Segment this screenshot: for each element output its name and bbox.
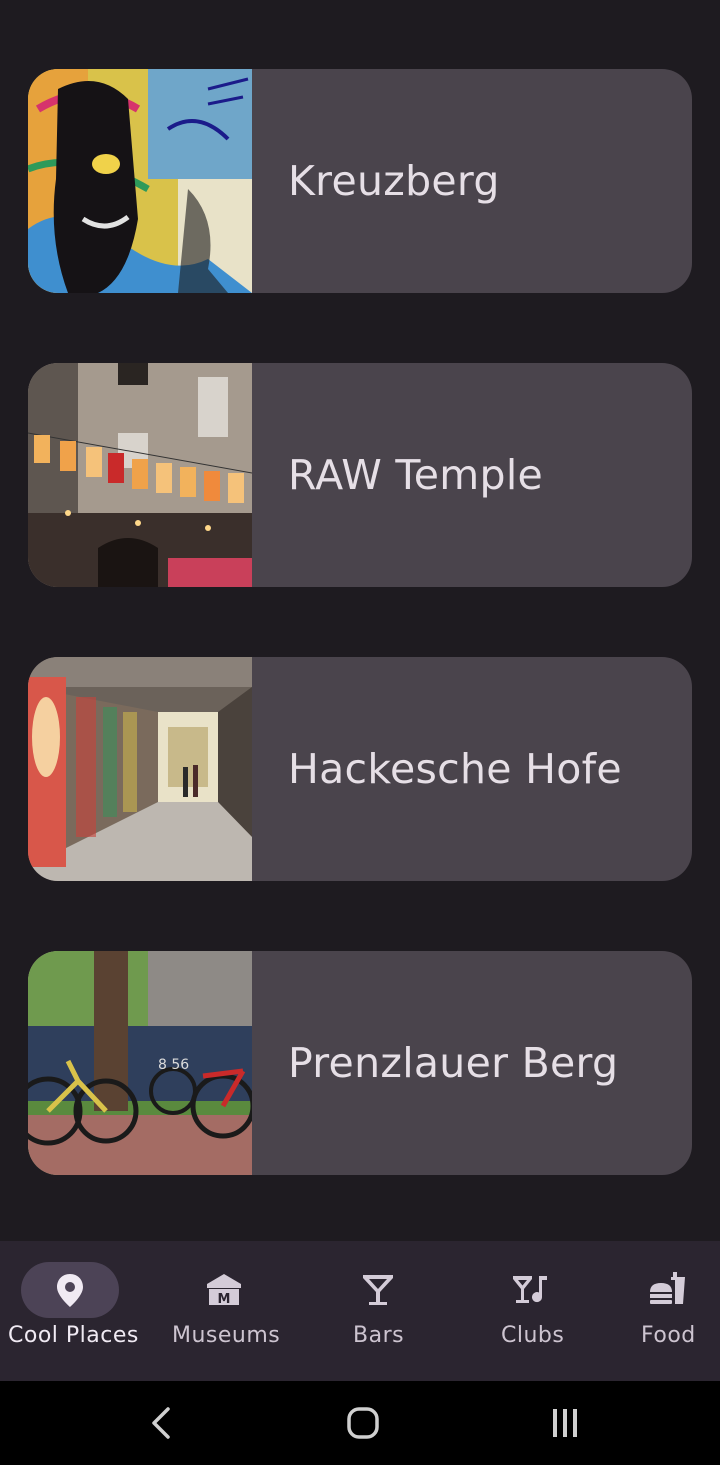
place-card-raw-temple[interactable]: RAW Temple bbox=[28, 363, 692, 587]
home-icon[interactable] bbox=[341, 1401, 385, 1445]
system-navigation-bar bbox=[0, 1381, 720, 1465]
place-image-courtyard-bunting bbox=[28, 363, 252, 587]
svg-text:M: M bbox=[218, 1292, 231, 1307]
recents-icon[interactable] bbox=[543, 1401, 587, 1445]
bottom-navigation: Cool Places M Museums Bars Clubs Food bbox=[0, 1241, 720, 1381]
back-icon[interactable] bbox=[140, 1401, 184, 1445]
cocktail-glass-icon bbox=[363, 1275, 393, 1305]
place-card-prenzlauer-berg[interactable]: 8 56 Prenzlauer Berg bbox=[28, 951, 692, 1175]
place-name: Kreuzberg bbox=[288, 157, 500, 205]
place-name: Prenzlauer Berg bbox=[288, 1039, 619, 1087]
nav-item-cool-places[interactable]: Cool Places bbox=[0, 1241, 140, 1381]
nav-label: Museums bbox=[172, 1323, 281, 1348]
place-card-hackesche-hofe[interactable]: Hackesche Hofe bbox=[28, 657, 692, 881]
drink-music-icon bbox=[513, 1276, 547, 1303]
nav-item-bars[interactable]: Bars bbox=[330, 1241, 426, 1381]
nav-item-clubs[interactable]: Clubs bbox=[480, 1241, 582, 1381]
place-image-graffiti-passage bbox=[28, 657, 252, 881]
place-name: RAW Temple bbox=[288, 451, 544, 499]
place-card-kreuzberg[interactable]: Kreuzberg bbox=[28, 69, 692, 293]
places-list: Kreuzberg RAW Temple Hackesche Hofe 8 56… bbox=[28, 69, 692, 1245]
nav-item-museums[interactable]: M Museums bbox=[160, 1241, 288, 1381]
nav-label: Bars bbox=[353, 1323, 405, 1348]
nav-label: Cool Places bbox=[8, 1323, 139, 1348]
place-name: Hackesche Hofe bbox=[288, 745, 622, 793]
nav-label: Food bbox=[641, 1323, 696, 1348]
nav-label: Clubs bbox=[501, 1323, 565, 1348]
app-screen: Kreuzberg RAW Temple Hackesche Hofe 8 56… bbox=[0, 0, 720, 1465]
location-pin-icon bbox=[57, 1274, 83, 1307]
place-image-graffiti-wall bbox=[28, 69, 252, 293]
place-image-bicycles-tree: 8 56 bbox=[28, 951, 252, 1175]
museum-icon: M bbox=[207, 1274, 241, 1307]
svg-text:8 56: 8 56 bbox=[158, 1057, 189, 1073]
nav-item-food[interactable]: Food bbox=[620, 1241, 720, 1381]
fastfood-icon bbox=[650, 1272, 685, 1304]
